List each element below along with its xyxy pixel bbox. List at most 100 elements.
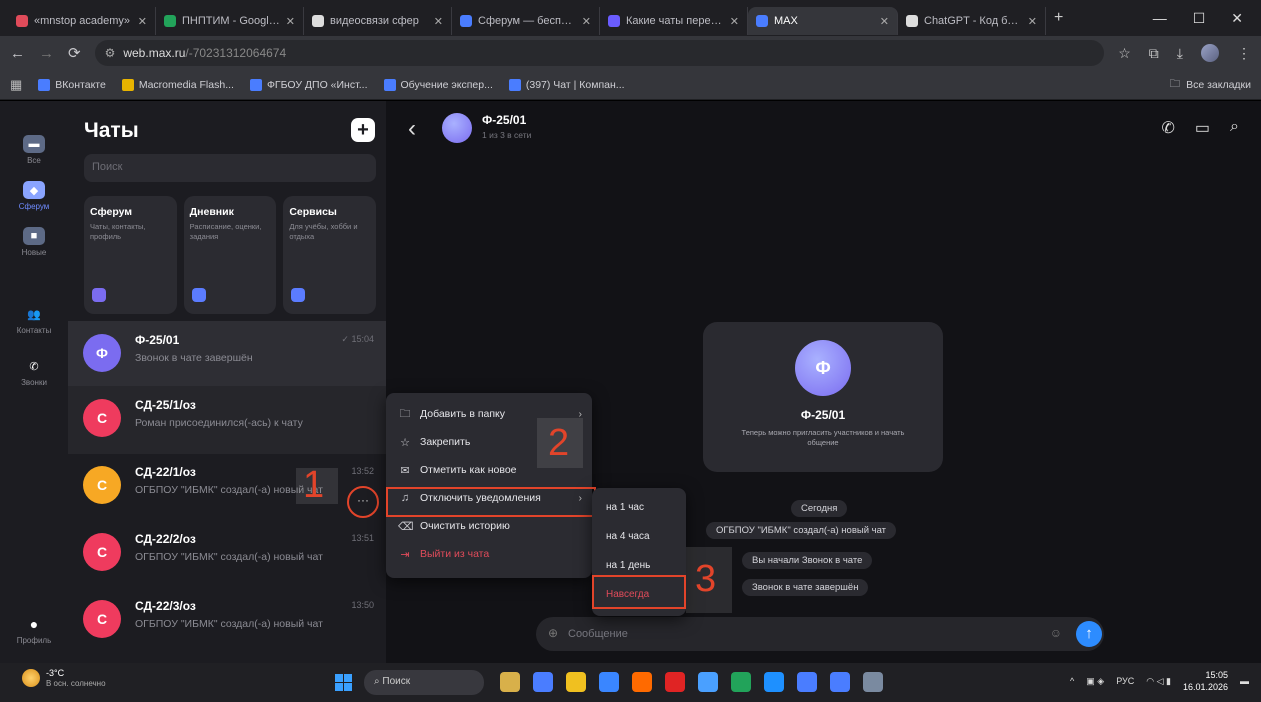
browser-tab[interactable]: ChatGPT - Код будут ✕ <box>898 7 1046 35</box>
bookmark-label: ВКонтакте <box>55 78 106 91</box>
rail-label: Новые <box>21 248 47 257</box>
browser-tab[interactable]: MAX ✕ <box>748 7 898 35</box>
taskbar-app-icon[interactable] <box>863 672 883 692</box>
tab-close-icon[interactable]: ✕ <box>138 15 147 28</box>
tab-close-icon[interactable]: ✕ <box>880 15 889 28</box>
weather-widget[interactable]: -3°C В осн. солнечно <box>22 668 106 688</box>
folder-card[interactable]: Сферум Чаты, контакты, профиль <box>84 196 177 314</box>
clock[interactable]: 15:05 16.01.2026 <box>1183 669 1228 693</box>
chat-list-item[interactable]: С СД-22/2/оз ОГБПОУ "ИБМК" создал(-а) новы… <box>68 520 386 588</box>
close-window-icon[interactable]: ✕ <box>1231 10 1243 27</box>
taskbar-app-icon[interactable] <box>731 672 751 692</box>
reload-icon[interactable]: ⟳ <box>68 44 81 62</box>
maximize-icon[interactable]: ☐ <box>1193 10 1206 27</box>
bookmark-item[interactable]: ВКонтакте <box>38 78 106 91</box>
chat-list-item[interactable]: С СД-22/3/оз ОГБПОУ "ИБМК" создал(-а) новы… <box>68 587 386 655</box>
folder-card[interactable]: Сервисы Для учёбы, хобби и отдыха <box>283 196 377 314</box>
browser-tab[interactable]: Какие чаты перенес ✕ <box>600 7 748 35</box>
chat-avatar[interactable] <box>442 113 472 143</box>
back-icon[interactable]: ← <box>10 45 25 62</box>
taskbar-app-icon[interactable] <box>698 672 718 692</box>
extensions-icon[interactable]: ⧉ <box>1149 45 1159 62</box>
search-input[interactable]: Поиск <box>84 154 376 182</box>
browser-tab[interactable]: видеосвязи сфер ✕ <box>304 7 452 35</box>
back-arrow-icon[interactable]: ‹ <box>408 115 416 143</box>
chat-list-panel: Чаты + Поиск Сферум Чаты, контакты, профи… <box>68 101 386 663</box>
sun-icon <box>22 669 40 687</box>
taskbar-app-icon[interactable] <box>566 672 586 692</box>
rail-item-new[interactable]: ■ Новые <box>0 227 68 257</box>
tab-close-icon[interactable]: ✕ <box>434 15 443 28</box>
star-icon[interactable]: ☆ <box>1118 45 1131 62</box>
rail-item-profile[interactable]: ● Профиль <box>0 615 68 645</box>
mute-option[interactable]: на 1 час <box>592 496 686 520</box>
annotation-number-3: 3 <box>695 558 717 600</box>
tray-chevron-icon[interactable]: ^ <box>1070 676 1074 686</box>
url-field[interactable]: ⚙ web.max.ru/-70231312064674 <box>94 40 1105 66</box>
minimize-icon[interactable]: — <box>1153 10 1167 27</box>
bookmark-item[interactable]: Macromedia Flash... <box>121 78 234 91</box>
tab-close-icon[interactable]: ✕ <box>286 15 295 28</box>
tab-favicon-icon <box>164 15 176 27</box>
search-icon[interactable]: ⌕ <box>1230 118 1239 138</box>
wifi-sound-icons[interactable]: ◠ ◁ ▮ <box>1146 676 1171 687</box>
tab-close-icon[interactable]: ✕ <box>730 15 739 28</box>
taskbar-search[interactable]: ⌕ Поиск <box>364 670 484 695</box>
new-chat-button[interactable]: + <box>351 118 375 142</box>
browser-tabbar: «mnstop academy» ✕ ПНПТИМ - Google Та ✕ виде… <box>0 0 1261 36</box>
taskbar-app-icon[interactable] <box>797 672 817 692</box>
bookmark-item[interactable]: Обучение экспер... <box>383 78 493 91</box>
bookmark-item[interactable]: (397) Чат | Компан... <box>508 78 625 91</box>
chat-list-item[interactable]: С СД-25/1/оз Роман присоединился(-ась) к ч… <box>68 386 386 454</box>
mute-option[interactable]: на 4 часа <box>592 525 686 549</box>
more-options-icon[interactable]: ··· <box>349 488 377 512</box>
taskbar-app-icon[interactable] <box>500 672 520 692</box>
rail-item-contacts[interactable]: 👥 Контакты <box>0 305 68 336</box>
info-description: Теперь можно пригласить участников и нач… <box>741 428 905 447</box>
chat-item-avatar: С <box>83 466 121 504</box>
folder-card[interactable]: Дневник Расписание, оценки, задания <box>183 196 277 314</box>
browser-tab[interactable]: Сферум — бесплат ✕ <box>452 7 600 35</box>
apps-icon[interactable]: ▦ <box>10 77 22 93</box>
call-icon[interactable]: ✆ <box>1162 118 1175 138</box>
rail-label: Профиль <box>16 636 52 645</box>
rail-item-all[interactable]: ▬ Все <box>0 135 68 165</box>
bookmark-icon <box>508 78 521 91</box>
rail-item-sferum[interactable]: ◆ Сферум <box>0 181 68 211</box>
bookmark-item[interactable]: ФГБОУ ДПО «Инст... <box>249 78 368 91</box>
context-menu-item[interactable]: ⇥ Выйти из чата <box>386 541 592 567</box>
profile-avatar[interactable] <box>1201 44 1219 62</box>
chat-icon: ▬ <box>23 135 45 153</box>
video-call-icon[interactable]: ▭ <box>1195 118 1210 138</box>
taskbar-app-icon[interactable] <box>830 672 850 692</box>
language-indicator[interactable]: РУС <box>1116 676 1134 686</box>
browser-tab[interactable]: «mnstop academy» ✕ <box>8 7 156 35</box>
all-bookmarks[interactable]: 🗀 Все закладки <box>1170 76 1251 94</box>
new-tab-button[interactable]: + <box>1054 9 1063 27</box>
windows-start-icon[interactable] <box>335 674 352 691</box>
browser-tab[interactable]: ПНПТИМ - Google Та ✕ <box>156 7 304 35</box>
taskbar-app-icon[interactable] <box>533 672 553 692</box>
taskbar-app-icon[interactable] <box>665 672 685 692</box>
taskbar-app-icon[interactable] <box>632 672 652 692</box>
chat-info-card: Ф Ф-25/01 Теперь можно пригласить участн… <box>703 322 943 472</box>
download-icon[interactable]: ⤓ <box>1177 45 1183 62</box>
tray-icons[interactable]: ▣ ◈ <box>1086 676 1104 687</box>
tab-close-icon[interactable]: ✕ <box>1028 15 1037 28</box>
taskbar-app-icon[interactable] <box>764 672 784 692</box>
chat-list-item[interactable]: Ф Ф-25/01 Звонок в чате завершён ✓ 15:04 <box>68 321 386 389</box>
taskbar-app-icon[interactable] <box>599 672 619 692</box>
menu-icon[interactable]: ⋮ <box>1237 45 1251 62</box>
notification-icon[interactable]: ▬ <box>1240 676 1249 686</box>
rail-item-calls[interactable]: ✆ Звонки <box>0 357 68 388</box>
taskbar-search-label: Поиск <box>382 676 411 687</box>
site-info-icon[interactable]: ⚙ <box>105 46 116 60</box>
attach-icon[interactable]: ⊕ <box>548 626 558 640</box>
emoji-icon[interactable]: ☺ <box>1050 626 1062 640</box>
tab-title: видеосвязи сфер <box>330 15 419 27</box>
tab-close-icon[interactable]: ✕ <box>582 15 591 28</box>
message-input[interactable] <box>568 623 988 645</box>
chat-list-item[interactable]: С СД-22/1/оз ОГБПОУ "ИБМК" создал(-а) новы… <box>68 453 386 521</box>
send-button[interactable]: ↑ <box>1076 621 1102 647</box>
forward-icon[interactable]: → <box>39 45 54 62</box>
